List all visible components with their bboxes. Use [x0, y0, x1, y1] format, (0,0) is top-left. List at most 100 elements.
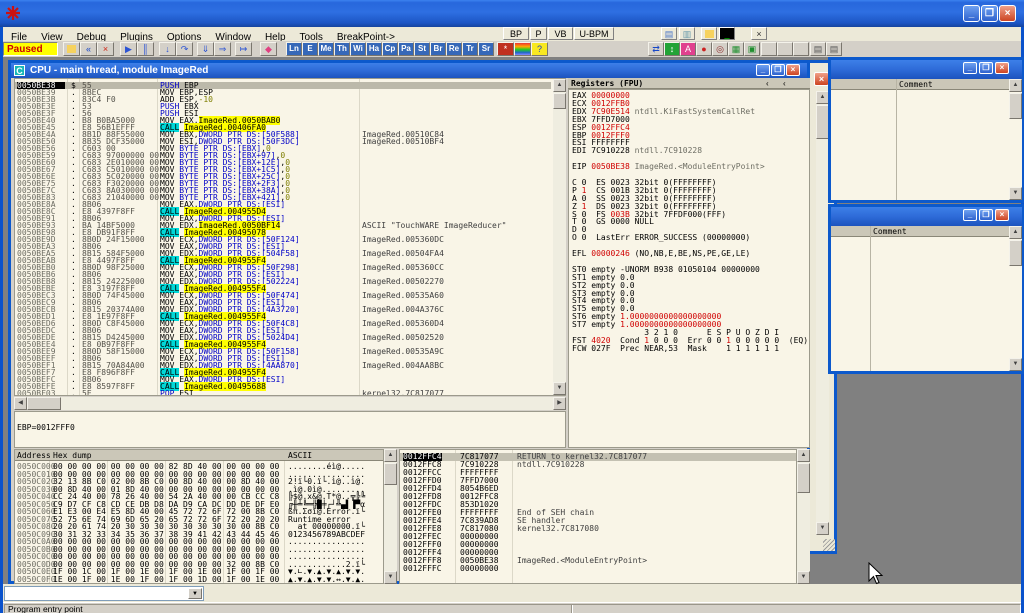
dump-row[interactable]: 0050C1001F 00 1F 00 1F 00 1F 00 1F 00 1F…: [15, 583, 383, 584]
window-close-button[interactable]: ×: [814, 72, 829, 86]
scroll-down-button[interactable]: ▼: [1009, 358, 1022, 371]
combobox-dropdown-button[interactable]: ▼: [188, 588, 202, 599]
open-folder-icon[interactable]: [701, 27, 717, 40]
notepad-icon[interactable]: ▤: [661, 27, 677, 40]
empty-button[interactable]: [777, 42, 793, 56]
disasm-hscroll-thumb[interactable]: [27, 397, 61, 410]
window-minimize-button[interactable]: _: [963, 209, 977, 221]
plugin-button-u-bpm[interactable]: U-BPM: [574, 27, 614, 40]
plugin-button-p[interactable]: P: [530, 27, 547, 40]
command-combobox[interactable]: ▼: [4, 586, 204, 601]
breakpoints-button[interactable]: Br: [430, 42, 446, 56]
ribbon-icon[interactable]: ◆: [260, 42, 277, 56]
assembler-icon[interactable]: A: [680, 42, 696, 56]
window-maximize-button[interactable]: ❐: [979, 62, 993, 74]
registers-header[interactable]: Registers (FPU)‹‹: [568, 78, 810, 89]
trace-over-icon[interactable]: ⇒: [214, 42, 231, 56]
swirl-icon[interactable]: ◎: [712, 42, 728, 56]
source-button[interactable]: Sr: [478, 42, 494, 56]
disasm-scroll-up[interactable]: ▲: [553, 79, 566, 92]
window-close-button[interactable]: ×: [995, 209, 1009, 221]
cpu-close-button[interactable]: ×: [786, 64, 800, 76]
disasm-scroll-right[interactable]: ▶: [553, 397, 566, 410]
notes-icon[interactable]: ▤: [810, 42, 826, 56]
scroll-up-button[interactable]: ▲: [1009, 226, 1022, 239]
command-input[interactable]: [6, 588, 186, 599]
close-program-icon[interactable]: ×: [97, 42, 114, 56]
cpu-minimize-button[interactable]: _: [756, 64, 770, 76]
stack-row[interactable]: 0012FFFC00000000: [400, 565, 796, 573]
execute-till-return-icon[interactable]: ↦: [235, 42, 252, 56]
stack-pane[interactable]: 0012FFC47C817077RETURN to kernel32.7C817…: [399, 449, 797, 584]
executables-button[interactable]: E: [302, 42, 318, 56]
plugin-button-bp[interactable]: BP: [503, 27, 529, 40]
dump-scroll-up[interactable]: ▲: [384, 449, 397, 462]
cpu-title-bar[interactable]: CCPU - main thread, module ImageRed_❐×: [11, 63, 807, 78]
options-gear-icon[interactable]: *: [497, 42, 514, 56]
trace-button[interactable]: Tr: [462, 42, 478, 56]
document-icon[interactable]: ▥: [679, 27, 695, 40]
memory-button[interactable]: Me: [318, 42, 334, 56]
window-title-bar[interactable]: _❐×: [831, 207, 1022, 226]
windows-button[interactable]: Wi: [350, 42, 366, 56]
close-button[interactable]: ×: [999, 5, 1016, 22]
help-icon[interactable]: ?: [531, 42, 548, 56]
minimize-button[interactable]: _: [963, 5, 980, 22]
scrollbar-thumb[interactable]: [1009, 240, 1022, 266]
disasm-row[interactable]: 0050BEFE.E8 8597F8FFCALL ImageRed.004956…: [15, 383, 565, 390]
title-bar[interactable]: _ ❐ ×: [0, 0, 1024, 27]
stack-scroll-down[interactable]: ▼: [797, 571, 810, 584]
disasm-scroll-left[interactable]: ◀: [14, 397, 27, 410]
plugin-button-vb[interactable]: VB: [548, 27, 573, 40]
stack-button[interactable]: St: [414, 42, 430, 56]
scrollbar-thumb[interactable]: [1009, 93, 1022, 119]
disasm-row[interactable]: 0050BE3B.83C4 F0ADD ESP,-10: [15, 96, 565, 103]
step-over-icon[interactable]: ↷: [176, 42, 193, 56]
maximize-button[interactable]: ❐: [981, 5, 998, 22]
dump-scroll-down[interactable]: ▼: [384, 571, 397, 584]
scroll-down-button[interactable]: ▼: [816, 522, 829, 535]
references-button[interactable]: Re: [446, 42, 462, 56]
cpu-button[interactable]: Cp: [382, 42, 398, 56]
open-file-icon[interactable]: [63, 42, 80, 56]
dump-pane[interactable]: AddressHex dumpASCII0050C00000 00 00 00 …: [14, 449, 384, 584]
cpu-maximize-button[interactable]: ❐: [771, 64, 785, 76]
scroll-down-button[interactable]: ▼: [1009, 187, 1022, 200]
stack-scroll-up[interactable]: ▲: [797, 449, 810, 462]
log-window-button[interactable]: Ln: [286, 42, 302, 56]
stack-scroll-thumb[interactable]: [797, 463, 810, 493]
disassembly-pane[interactable]: 0050BE38$55PUSH EBP0050BE39.8BECMOV EBP,…: [14, 78, 566, 396]
registers-pane[interactable]: EAX 00000000ECX 0012FFB0EDX 7C90E514 ntd…: [568, 89, 810, 448]
patches-button[interactable]: Pa: [398, 42, 414, 56]
resize-grip[interactable]: [823, 539, 835, 551]
step-into-icon[interactable]: ↓: [159, 42, 176, 56]
numbers-grid-icon[interactable]: ▦: [728, 42, 744, 56]
pause-icon[interactable]: ║: [137, 42, 154, 56]
window-maximize-button[interactable]: ❐: [979, 209, 993, 221]
dump-scroll-thumb[interactable]: [384, 463, 397, 485]
empty-button[interactable]: [793, 42, 809, 56]
disasm-hscrollbar[interactable]: [14, 397, 566, 410]
restart-icon[interactable]: «: [80, 42, 97, 56]
threads-button[interactable]: Th: [334, 42, 350, 56]
disasm-row[interactable]: 0050BF03.5EPOP ESIkernel32.7C817077: [15, 390, 565, 396]
disasm-row[interactable]: 0050BE3E.53PUSH EBX: [15, 103, 565, 110]
green-window-icon[interactable]: ▣: [744, 42, 760, 56]
window-title-bar[interactable]: _❐×: [831, 60, 1022, 79]
appearance-colors-icon[interactable]: [514, 42, 531, 56]
swap-arrows-icon[interactable]: ⇄: [648, 42, 664, 56]
window-minimize-button[interactable]: _: [963, 62, 977, 74]
record-icon[interactable]: ●: [696, 42, 712, 56]
handles-button[interactable]: Ha: [366, 42, 382, 56]
scroll-up-button[interactable]: ▲: [1009, 79, 1022, 92]
disasm-scroll-thumb[interactable]: [553, 93, 566, 109]
disasm-scroll-down[interactable]: ▼: [553, 382, 566, 395]
close-toolbar-icon[interactable]: ×: [751, 27, 767, 40]
empty-button[interactable]: [761, 42, 777, 56]
run-icon[interactable]: ▶: [120, 42, 137, 56]
console-icon[interactable]: _: [719, 27, 735, 40]
sync-icon[interactable]: ↕: [664, 42, 680, 56]
disasm-scrollbar[interactable]: [553, 79, 566, 395]
notes-icon[interactable]: ▤: [826, 42, 842, 56]
trace-into-icon[interactable]: ⇓: [197, 42, 214, 56]
